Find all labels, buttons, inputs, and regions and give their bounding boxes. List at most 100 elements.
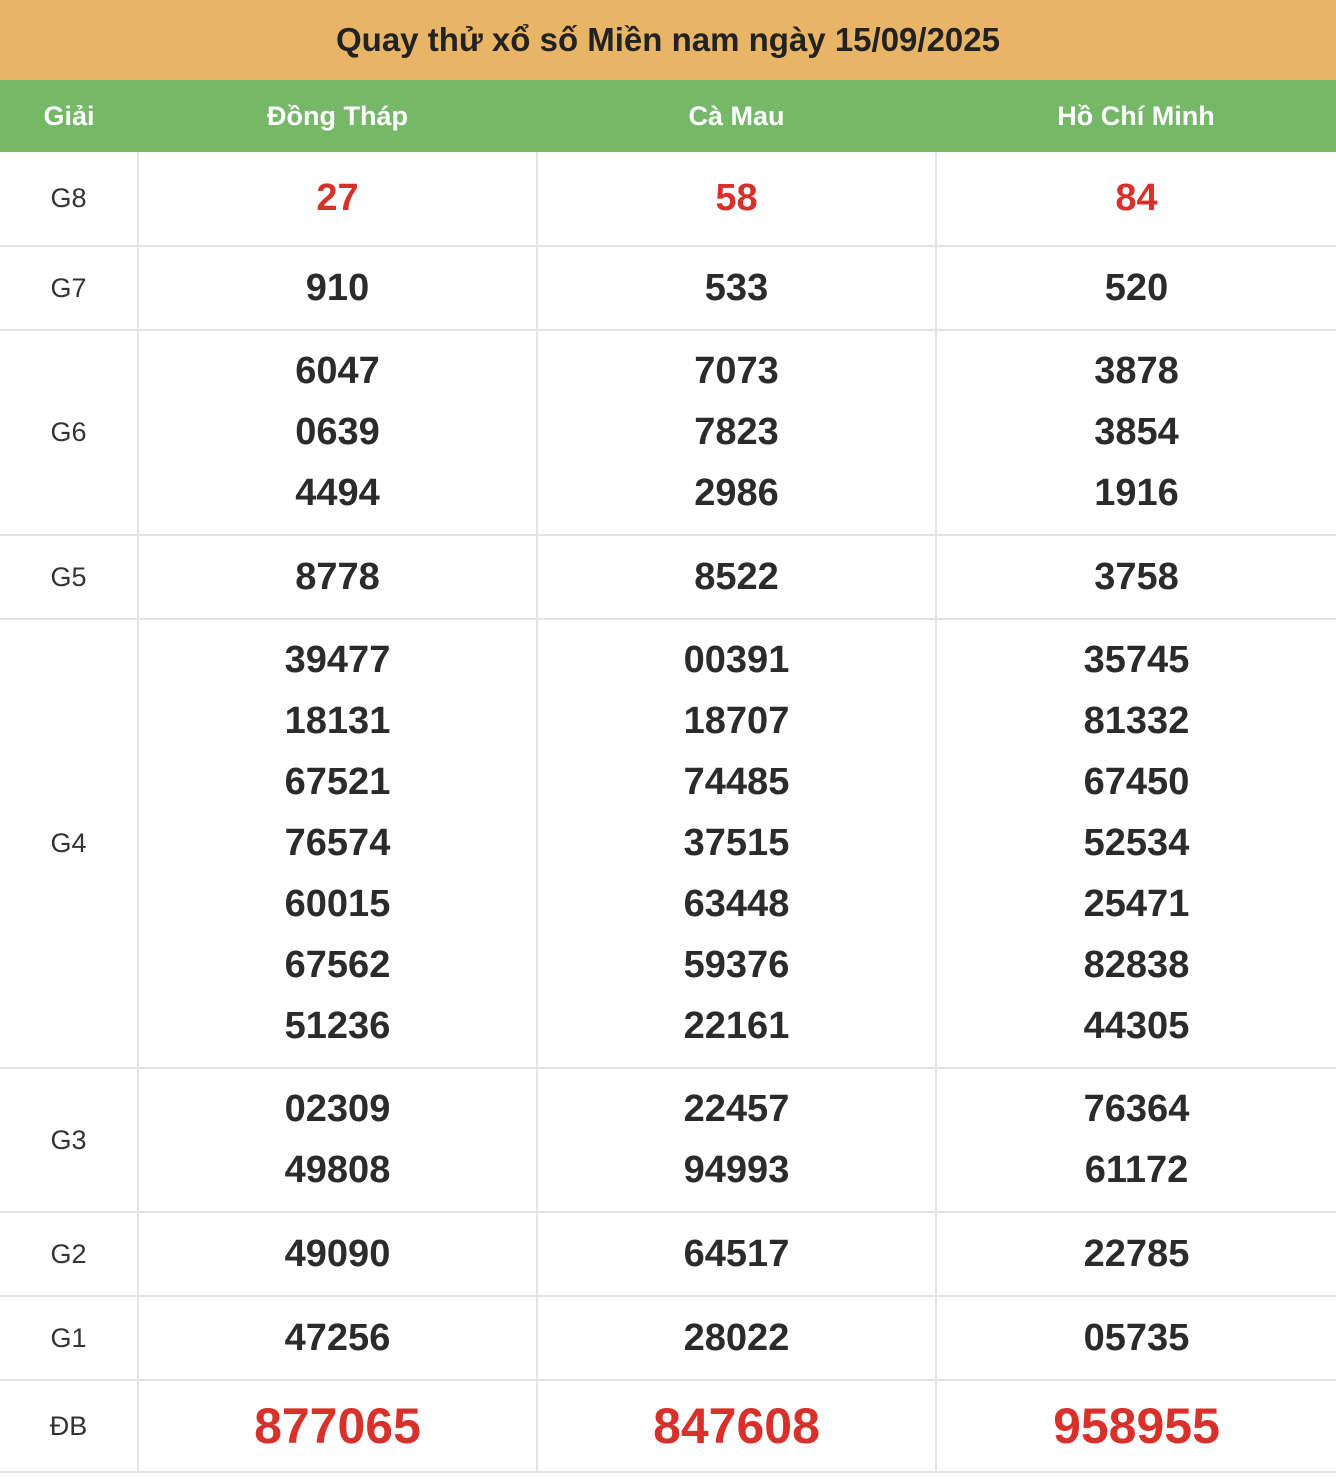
result-cell: 533 <box>536 246 936 331</box>
result-cell: 520 <box>935 246 1336 331</box>
result-number: 67521 <box>284 761 391 803</box>
result-number: 3758 <box>1094 555 1179 598</box>
result-cell: 84 <box>935 152 1336 247</box>
result-cell: 22785 <box>935 1212 1336 1297</box>
result-number: 7073 <box>694 350 779 392</box>
result-number: 67562 <box>284 944 391 986</box>
table-row: G8 27 58 84 <box>0 152 1336 247</box>
result-number: 3878 <box>1094 350 1179 392</box>
result-number: 8522 <box>694 555 779 598</box>
prize-label: G1 <box>0 1296 138 1381</box>
result-cell: 7073 7823 2986 <box>536 330 936 536</box>
result-number: 84 <box>1115 177 1158 219</box>
result-number: 3854 <box>1094 411 1179 453</box>
result-cell: 27 <box>137 152 537 247</box>
header-province-ca-mau: Cà Mau <box>537 80 936 152</box>
result-number: 28022 <box>683 1316 790 1359</box>
result-number: 533 <box>704 266 769 309</box>
result-number: 76574 <box>284 822 391 864</box>
table-row: ĐB 877065 847608 958955 <box>0 1380 1336 1473</box>
result-number: 877065 <box>254 1397 421 1454</box>
result-cell: 8522 <box>536 535 936 620</box>
result-number: 18707 <box>683 700 790 742</box>
header-province-ho-chi-minh: Hồ Chí Minh <box>936 80 1336 152</box>
result-cell: 910 <box>137 246 537 331</box>
result-number: 82838 <box>1083 944 1190 986</box>
result-number: 0639 <box>295 411 380 453</box>
result-cell: 877065 <box>137 1380 537 1473</box>
result-number: 64517 <box>683 1232 790 1275</box>
result-cell: 847608 <box>536 1380 936 1473</box>
result-number: 49090 <box>284 1232 391 1275</box>
result-number: 520 <box>1104 266 1169 309</box>
prize-label: ĐB <box>0 1380 138 1473</box>
result-number: 59376 <box>683 944 790 986</box>
result-number: 25471 <box>1083 883 1190 925</box>
result-cell: 76364 61172 <box>935 1068 1336 1213</box>
result-number: 39477 <box>284 639 391 681</box>
result-number: 51236 <box>284 1005 391 1047</box>
results-table: Giải Đồng Tháp Cà Mau Hồ Chí Minh G8 27 58… <box>0 80 1336 1473</box>
result-number: 02309 <box>284 1088 391 1130</box>
result-number: 58 <box>715 177 758 219</box>
result-number: 27 <box>316 177 359 219</box>
result-cell: 8778 <box>137 535 537 620</box>
result-number: 22785 <box>1083 1232 1190 1275</box>
result-cell: 35745 81332 67450 52534 25471 82838 44305 <box>935 619 1336 1069</box>
table-row: G3 02309 49808 22457 94993 76364 61172 <box>0 1068 1336 1213</box>
result-number: 61172 <box>1084 1149 1189 1191</box>
table-row: G7 910 533 520 <box>0 246 1336 331</box>
result-number: 74485 <box>683 761 790 803</box>
result-cell: 47256 <box>137 1296 537 1381</box>
table-body: G8 27 58 84 G7 910 533 520 G6 6047 0639 4494 7073 782… <box>0 152 1336 1473</box>
result-number: 7823 <box>694 411 779 453</box>
result-number: 2986 <box>694 472 779 514</box>
result-number: 67450 <box>1083 761 1190 803</box>
header-province-dong-thap: Đồng Tháp <box>138 80 537 152</box>
prize-label: G7 <box>0 246 138 331</box>
result-cell: 39477 18131 67521 76574 60015 67562 51236 <box>137 619 537 1069</box>
result-cell: 3878 3854 1916 <box>935 330 1336 536</box>
result-number: 63448 <box>683 883 790 925</box>
result-cell: 05735 <box>935 1296 1336 1381</box>
result-number: 1916 <box>1094 472 1179 514</box>
prize-label: G6 <box>0 330 138 536</box>
result-number: 35745 <box>1083 639 1190 681</box>
result-number: 00391 <box>683 639 790 681</box>
result-number: 94993 <box>683 1149 790 1191</box>
result-cell: 958955 <box>935 1380 1336 1473</box>
result-number: 60015 <box>284 883 391 925</box>
result-number: 22161 <box>683 1005 790 1047</box>
result-number: 4494 <box>295 472 380 514</box>
result-number: 49808 <box>284 1149 391 1191</box>
result-number: 05735 <box>1083 1316 1190 1359</box>
result-number: 18131 <box>284 700 391 742</box>
table-header: Giải Đồng Tháp Cà Mau Hồ Chí Minh <box>0 80 1336 152</box>
result-number: 47256 <box>284 1316 391 1359</box>
result-cell: 58 <box>536 152 936 247</box>
result-number: 847608 <box>653 1397 820 1454</box>
result-cell: 64517 <box>536 1212 936 1297</box>
result-cell: 02309 49808 <box>137 1068 537 1213</box>
prize-label: G2 <box>0 1212 138 1297</box>
result-number: 6047 <box>295 350 380 392</box>
prize-label: G4 <box>0 619 138 1069</box>
result-number: 8778 <box>295 555 380 598</box>
result-cell: 00391 18707 74485 37515 63448 59376 22161 <box>536 619 936 1069</box>
result-number: 44305 <box>1083 1005 1190 1047</box>
result-number: 81332 <box>1083 700 1190 742</box>
header-prize: Giải <box>0 80 138 152</box>
page-title: Quay thử xổ số Miền nam ngày 15/09/2025 <box>0 0 1336 80</box>
table-row: G4 39477 18131 67521 76574 60015 67562 51236 003… <box>0 619 1336 1069</box>
result-cell: 49090 <box>137 1212 537 1297</box>
result-number: 22457 <box>683 1088 790 1130</box>
prize-label: G8 <box>0 152 138 247</box>
result-number: 910 <box>305 266 370 309</box>
result-cell: 3758 <box>935 535 1336 620</box>
table-row: G6 6047 0639 4494 7073 7823 2986 3878 3854 1916 <box>0 330 1336 536</box>
table-row: G2 49090 64517 22785 <box>0 1212 1336 1297</box>
prize-label: G3 <box>0 1068 138 1213</box>
table-row: G1 47256 28022 05735 <box>0 1296 1336 1381</box>
result-cell: 22457 94993 <box>536 1068 936 1213</box>
result-number: 76364 <box>1083 1088 1190 1130</box>
